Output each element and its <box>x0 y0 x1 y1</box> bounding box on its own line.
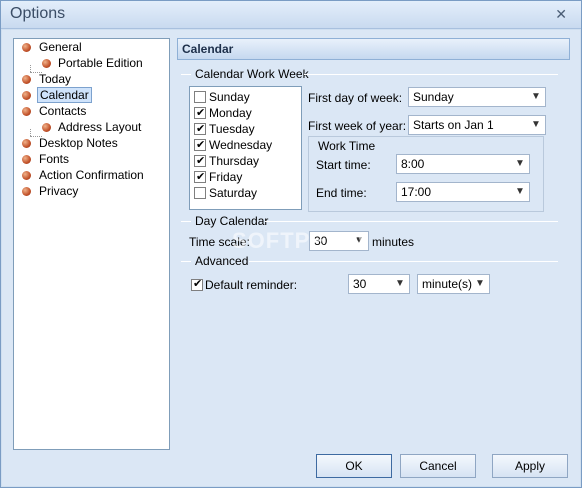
tree-item-label: Fonts <box>39 152 70 166</box>
checkbox-check-icon[interactable] <box>191 277 203 291</box>
chevron-down-icon[interactable]: ▼ <box>512 156 528 172</box>
start-time-value: 8:00 <box>401 157 425 171</box>
group-divider <box>249 261 558 262</box>
start-time-label: Start time: <box>316 158 371 172</box>
group-divider <box>181 74 191 75</box>
bullet-icon <box>22 139 31 148</box>
panel-header: Calendar <box>177 38 570 60</box>
day-label: Monday <box>209 106 252 120</box>
work-week-group-title: Calendar Work Week <box>195 67 309 81</box>
reminder-unit: minute(s) <box>422 277 473 291</box>
reminder-value: 30 <box>353 277 367 291</box>
tree-line <box>30 129 31 136</box>
chevron-down-icon[interactable]: ▼ <box>392 276 408 292</box>
checkbox-check-icon[interactable] <box>194 169 206 185</box>
checkbox-check-icon[interactable] <box>194 121 206 137</box>
chevron-down-icon[interactable]: ▼ <box>528 117 544 133</box>
options-tree[interactable]: General Portable Edition Today Calendar … <box>13 38 170 450</box>
checkbox[interactable] <box>194 187 206 199</box>
apply-button[interactable]: Apply <box>492 454 568 478</box>
tree-line <box>30 65 31 72</box>
options-window: Options ✕ General Portable Edition Today <box>0 0 582 488</box>
time-scale-unit: minutes <box>372 235 415 249</box>
watermark: SOFTPEDIA <box>232 228 367 253</box>
checkbox[interactable] <box>194 91 206 103</box>
bullet-icon <box>22 75 31 84</box>
checkbox-check-icon[interactable] <box>194 105 206 121</box>
bullet-icon <box>22 155 31 164</box>
group-divider <box>181 261 191 262</box>
bullet-icon <box>22 107 31 116</box>
first-week-value: Starts on Jan 1 <box>413 118 494 132</box>
group-divider <box>181 221 191 222</box>
bullet-icon <box>42 59 51 68</box>
bullet-icon <box>22 43 31 52</box>
end-time-select[interactable]: 17:00 ▼ <box>396 182 530 202</box>
tree-item-label: Today <box>39 72 72 86</box>
panel-title: Calendar <box>182 42 234 56</box>
chevron-down-icon[interactable]: ▼ <box>472 276 488 292</box>
first-day-value: Sunday <box>413 90 454 104</box>
work-time-title: Work Time <box>316 139 378 153</box>
group-divider <box>265 221 558 222</box>
tree-item-label: Desktop Notes <box>39 136 118 150</box>
reminder-value-select[interactable]: 30 ▼ <box>348 274 410 294</box>
tree-item-label: Calendar <box>37 87 92 103</box>
checkbox-check-icon[interactable] <box>194 153 206 169</box>
day-label: Friday <box>209 170 243 184</box>
tree-item-label: Privacy <box>39 184 79 198</box>
start-time-select[interactable]: 8:00 ▼ <box>396 154 530 174</box>
chevron-down-icon[interactable]: ▼ <box>512 184 528 200</box>
bullet-icon <box>22 91 31 100</box>
tree-item-label: Contacts <box>39 104 87 118</box>
checkbox-check-icon[interactable] <box>194 137 206 153</box>
title-bar[interactable]: Options ✕ <box>1 1 581 29</box>
bullet-icon <box>42 123 51 132</box>
close-icon[interactable]: ✕ <box>555 6 567 23</box>
tree-item-label: Action Confirmation <box>39 168 144 182</box>
first-day-select[interactable]: Sunday ▼ <box>408 87 546 107</box>
bullet-icon <box>22 187 31 196</box>
day-label: Thursday <box>209 154 260 168</box>
day-label: Saturday <box>209 186 258 200</box>
advanced-group-title: Advanced <box>195 254 249 268</box>
first-day-label: First day of week: <box>308 91 403 105</box>
tree-item-label: General <box>39 40 82 54</box>
bullet-icon <box>22 171 31 180</box>
end-time-value: 17:00 <box>401 185 432 199</box>
day-calendar-group-title: Day Calendar <box>195 214 269 228</box>
default-reminder-label[interactable]: Default reminder: <box>205 278 297 292</box>
tree-item-label: Address Layout <box>58 120 142 134</box>
first-week-select[interactable]: Starts on Jan 1 ▼ <box>408 115 546 135</box>
dialog-body: General Portable Edition Today Calendar … <box>2 30 580 486</box>
chevron-down-icon[interactable]: ▼ <box>528 89 544 105</box>
first-week-label: First week of year: <box>308 119 407 133</box>
day-label: Tuesday <box>209 122 255 136</box>
window-title: Options <box>10 5 66 22</box>
cancel-button[interactable]: Cancel <box>400 454 476 478</box>
end-time-label: End time: <box>316 186 367 200</box>
reminder-unit-select[interactable]: minute(s) ▼ <box>417 274 490 294</box>
group-divider <box>304 74 558 75</box>
tree-item-label: Portable Edition <box>58 56 143 70</box>
ok-button[interactable]: OK <box>316 454 392 478</box>
work-days-list[interactable]: Sunday Monday Tuesday Wednesday Thursday <box>189 86 302 210</box>
day-label: Sunday <box>209 90 250 104</box>
day-label: Wednesday <box>209 138 273 152</box>
